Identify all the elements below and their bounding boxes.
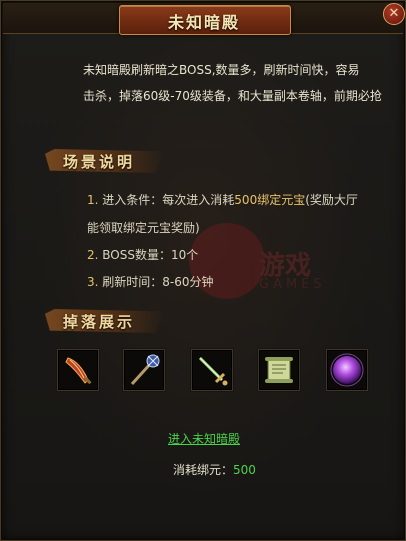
scene-item-1-cont: 能领取绑定元宝奖励) xyxy=(87,221,200,235)
scene-item-1-reward: (奖励大厅 xyxy=(305,193,358,207)
close-button[interactable]: ✕ xyxy=(383,3,405,25)
drop-item-1[interactable] xyxy=(57,349,99,391)
drop-item-2[interactable] xyxy=(123,349,165,391)
cost-line: 消耗绑元：500 xyxy=(173,461,256,478)
drop-item-4[interactable] xyxy=(258,349,300,391)
dragon-blade-icon xyxy=(65,357,92,385)
scene-item-2-text: BOSS数量：10个 xyxy=(102,248,199,262)
description-line-2: 击杀，掉落60级-70级装备，和大量副本卷轴，前期必抢 xyxy=(83,89,382,103)
description-line-1: 未知暗殿刷新暗之BOSS,数量多，刷新时间快，容易 xyxy=(83,63,360,77)
cost-value: 500 xyxy=(233,463,256,477)
scene-item-1-index: 1. xyxy=(87,193,99,207)
close-icon[interactable]: ✕ xyxy=(389,6,400,21)
scene-item-3-index: 3. xyxy=(87,275,99,289)
scene-item-2: 2. BOSS数量：10个 xyxy=(87,246,198,263)
mace-staff-icon xyxy=(130,354,160,386)
drops-header: 掉落展示 xyxy=(63,313,136,331)
scene-item-1-cost: 500绑定元宝 xyxy=(234,193,306,207)
scene-item-2-index: 2. xyxy=(87,248,99,262)
enter-dungeon-link[interactable]: 进入未知暗殿 xyxy=(1,430,406,447)
scene-item-3-text: 刷新时间：8-60分钟 xyxy=(102,275,214,289)
scene-item-1: 1. 进入条件：每次进入消耗500绑定元宝(奖励大厅 xyxy=(87,191,358,208)
purple-orb-icon xyxy=(330,353,364,387)
dungeon-panel: 未知暗殿 ✕ 未知暗殿刷新暗之BOSS,数量多，刷新时间快，容易 击杀，掉落60… xyxy=(0,0,406,541)
watermark-sub: GAMES xyxy=(259,277,326,292)
scene-item-1-text: 进入条件：每次进入消耗 xyxy=(102,193,235,207)
sword-icon xyxy=(198,356,228,386)
window-title: 未知暗殿 xyxy=(167,13,240,32)
cost-label: 消耗绑元： xyxy=(173,463,234,477)
scroll-icon xyxy=(265,357,293,383)
watermark-logo: 游戏 GAMES xyxy=(189,223,359,313)
drop-item-3[interactable] xyxy=(191,349,233,391)
drop-item-5[interactable] xyxy=(326,349,368,391)
scene-item-3: 3. 刷新时间：8-60分钟 xyxy=(87,273,214,290)
scene-header: 场景说明 xyxy=(63,153,136,171)
